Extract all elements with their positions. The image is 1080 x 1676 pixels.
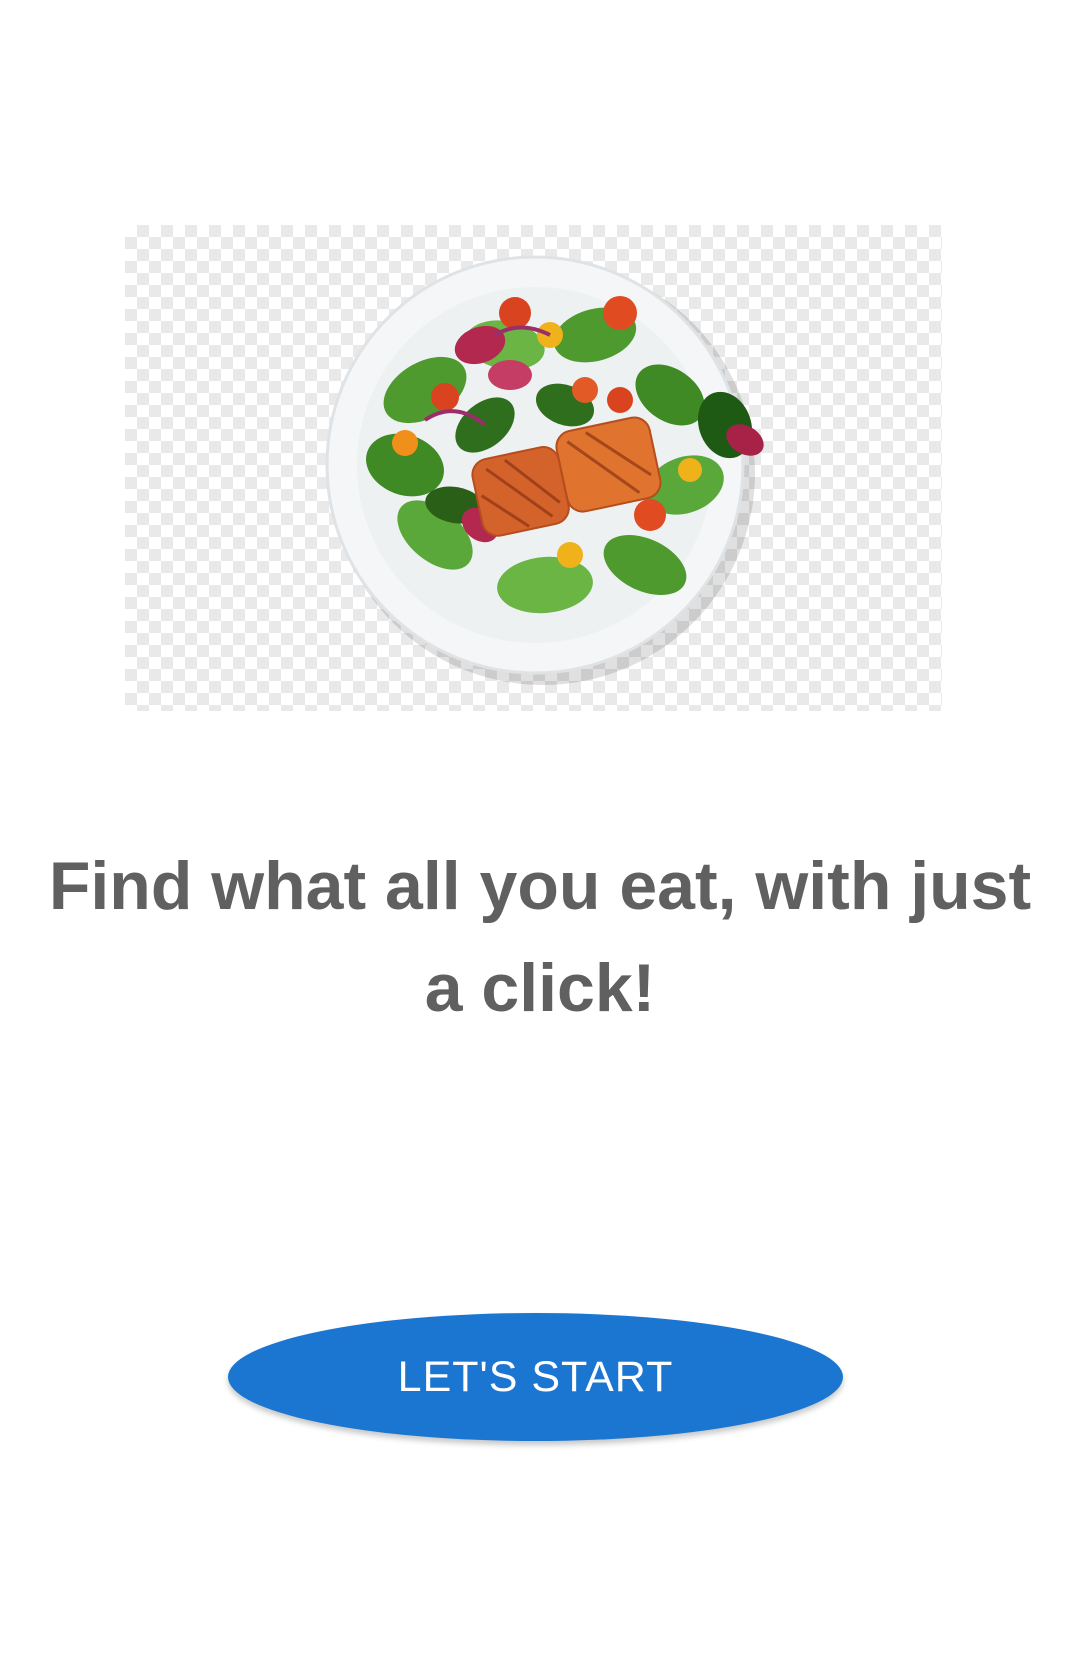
- lets-start-button[interactable]: LET'S START: [228, 1313, 843, 1441]
- salad-plate-image: [325, 255, 764, 685]
- headline: Find what all you eat, with just a click…: [48, 848, 1032, 1026]
- hero-image: [125, 225, 942, 711]
